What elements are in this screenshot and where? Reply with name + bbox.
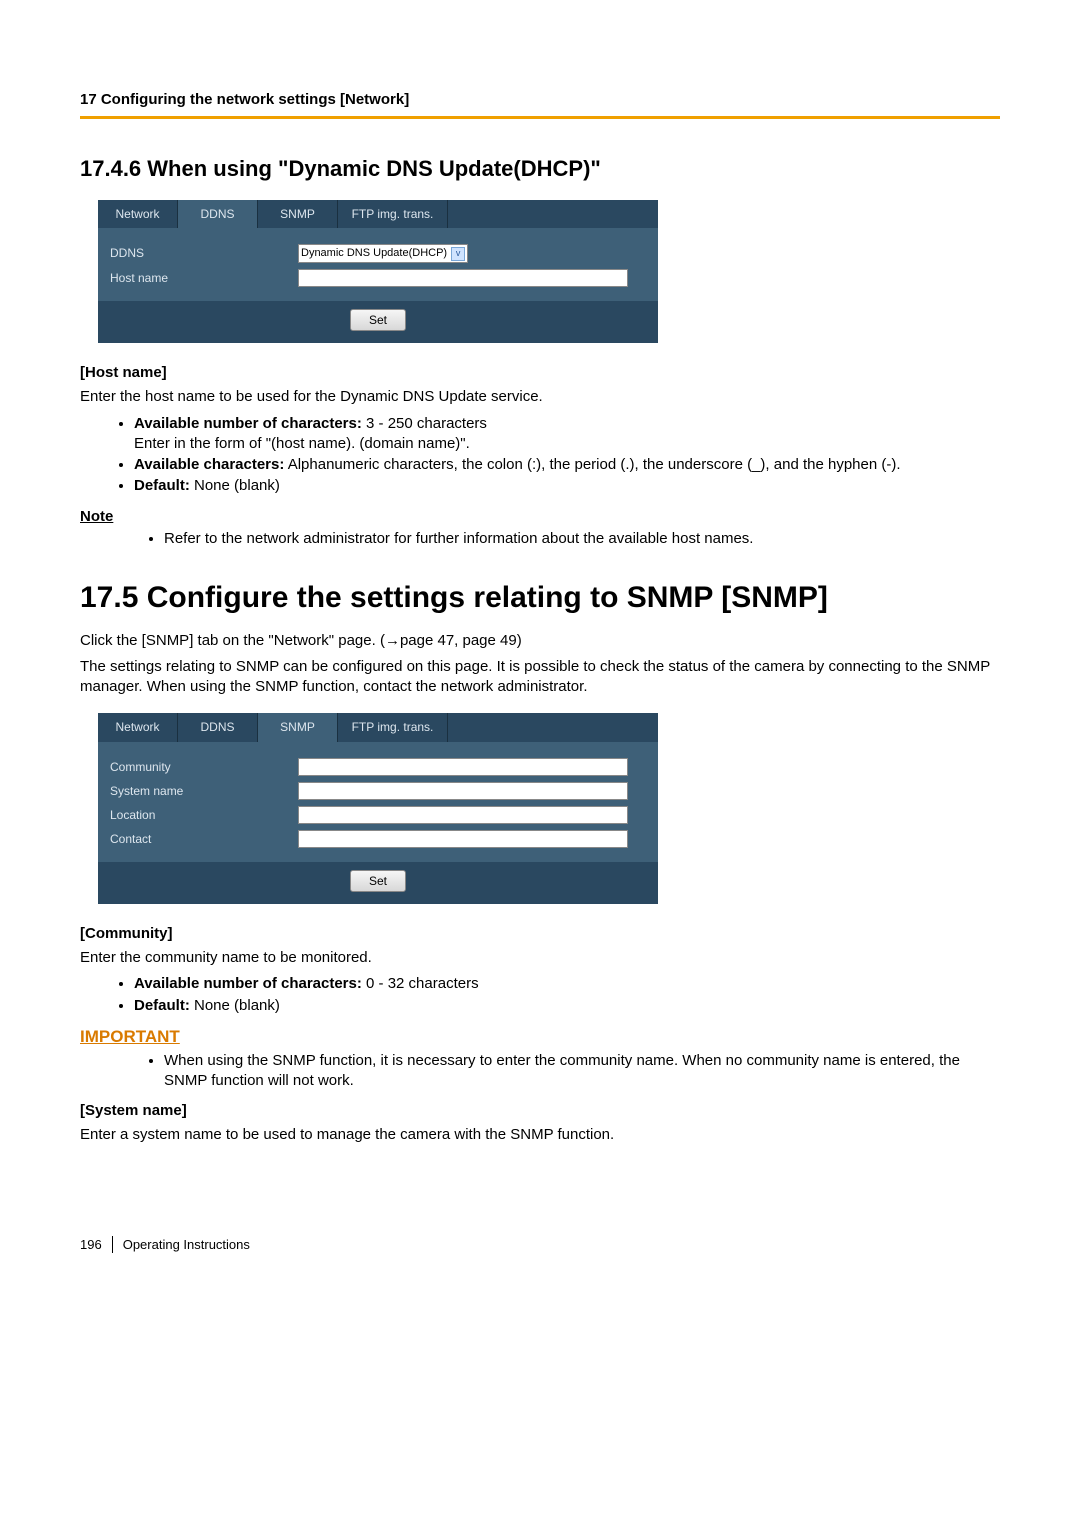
list-item: When using the SNMP function, it is nece… bbox=[164, 1051, 1000, 1092]
important-heading: IMPORTANT bbox=[80, 1026, 1000, 1049]
section-heading-175: 17.5 Configure the settings relating to … bbox=[80, 579, 1000, 617]
tab-network[interactable]: Network bbox=[98, 713, 178, 741]
list-item: Default: None (blank) bbox=[134, 996, 1000, 1016]
chevron-down-icon: v bbox=[451, 247, 465, 261]
bullet-subtext: Enter in the form of "(host name). (doma… bbox=[134, 435, 470, 452]
list-item: Available characters: Alphanumeric chara… bbox=[134, 455, 1000, 475]
list-item: Available number of characters: 3 - 250 … bbox=[134, 414, 1000, 455]
ddns-mode-value: Dynamic DNS Update(DHCP) bbox=[301, 246, 447, 261]
snmp-intro-1: Click the [SNMP] tab on the "Network" pa… bbox=[80, 631, 1000, 651]
host-name-description: Enter the host name to be used for the D… bbox=[80, 387, 1000, 407]
bullet-label: Default: bbox=[134, 997, 190, 1014]
tab-snmp[interactable]: SNMP bbox=[258, 713, 338, 741]
list-item: Refer to the network administrator for f… bbox=[164, 529, 1000, 549]
host-name-bullet-list: Available number of characters: 3 - 250 … bbox=[80, 414, 1000, 497]
set-button[interactable]: Set bbox=[350, 309, 406, 331]
tab-ddns[interactable]: DDNS bbox=[178, 713, 258, 741]
tab-network[interactable]: Network bbox=[98, 200, 178, 228]
page-footer: 196 Operating Instructions bbox=[80, 1236, 1000, 1254]
snmp-intro-2: The settings relating to SNMP can be con… bbox=[80, 657, 1000, 698]
page-number: 196 bbox=[80, 1236, 113, 1254]
system-name-label: System name bbox=[110, 783, 298, 799]
list-item: Available number of characters: 0 - 32 c… bbox=[134, 974, 1000, 994]
tab-ddns[interactable]: DDNS bbox=[178, 200, 258, 228]
bullet-text: None (blank) bbox=[190, 477, 280, 494]
contact-input[interactable] bbox=[298, 830, 628, 848]
tab-bar-ddns: Network DDNS SNMP FTP img. trans. bbox=[98, 200, 658, 228]
system-name-heading: [System name] bbox=[80, 1101, 1000, 1121]
community-label: Community bbox=[110, 759, 298, 775]
tab-ftp[interactable]: FTP img. trans. bbox=[338, 200, 448, 228]
bullet-text: Alphanumeric characters, the colon (:), … bbox=[284, 456, 900, 473]
note-heading: Note bbox=[80, 507, 1000, 527]
ddns-field-label: DDNS bbox=[110, 245, 298, 261]
system-name-input[interactable] bbox=[298, 782, 628, 800]
bullet-text: None (blank) bbox=[190, 997, 280, 1014]
page-header-breadcrumb: 17 Configuring the network settings [Net… bbox=[80, 90, 1000, 110]
ddns-mode-select[interactable]: Dynamic DNS Update(DHCP) v bbox=[298, 244, 468, 263]
ddns-panel-body: DDNS Dynamic DNS Update(DHCP) v Host nam… bbox=[98, 228, 658, 301]
host-name-label: Host name bbox=[110, 270, 298, 286]
tab-snmp[interactable]: SNMP bbox=[258, 200, 338, 228]
bullet-label: Available number of characters: bbox=[134, 415, 362, 432]
bullet-label: Default: bbox=[134, 477, 190, 494]
location-input[interactable] bbox=[298, 806, 628, 824]
bullet-label: Available characters: bbox=[134, 456, 284, 473]
note-list: Refer to the network administrator for f… bbox=[80, 529, 1000, 549]
community-description: Enter the community name to be monitored… bbox=[80, 948, 1000, 968]
snmp-panel-body: Community System name Location Contact bbox=[98, 742, 658, 862]
community-heading: [Community] bbox=[80, 924, 1000, 944]
section-heading-1746: 17.4.6 When using "Dynamic DNS Update(DH… bbox=[80, 154, 1000, 184]
community-input[interactable] bbox=[298, 758, 628, 776]
ddns-config-panel: Network DDNS SNMP FTP img. trans. DDNS D… bbox=[98, 200, 658, 343]
important-list: When using the SNMP function, it is nece… bbox=[80, 1051, 1000, 1092]
system-name-description: Enter a system name to be used to manage… bbox=[80, 1125, 1000, 1145]
community-bullet-list: Available number of characters: 0 - 32 c… bbox=[80, 974, 1000, 1016]
bullet-text: 0 - 32 characters bbox=[362, 975, 479, 992]
host-name-input[interactable] bbox=[298, 269, 628, 287]
doc-title: Operating Instructions bbox=[123, 1236, 250, 1254]
bullet-label: Available number of characters: bbox=[134, 975, 362, 992]
contact-label: Contact bbox=[110, 831, 298, 847]
bullet-text: 3 - 250 characters bbox=[362, 415, 487, 432]
header-rule bbox=[80, 116, 1000, 119]
list-item: Default: None (blank) bbox=[134, 476, 1000, 496]
host-name-heading: [Host name] bbox=[80, 363, 1000, 383]
location-label: Location bbox=[110, 807, 298, 823]
snmp-config-panel: Network DDNS SNMP FTP img. trans. Commun… bbox=[98, 713, 658, 903]
set-button[interactable]: Set bbox=[350, 870, 406, 892]
tab-ftp[interactable]: FTP img. trans. bbox=[338, 713, 448, 741]
tab-bar-snmp: Network DDNS SNMP FTP img. trans. bbox=[98, 713, 658, 741]
